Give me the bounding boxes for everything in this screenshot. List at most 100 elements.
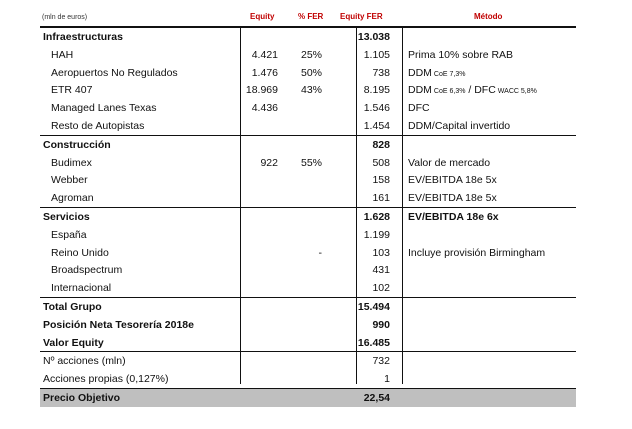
cell-equity-fer: 13.038: [357, 31, 390, 43]
cell-fer-pct: 43%: [300, 84, 322, 97]
cell-equity-fer: 15.494: [357, 300, 390, 313]
row-label: Nº acciones (mln): [43, 355, 126, 368]
method-note: CoE 6,3%: [433, 88, 466, 96]
cell-equity-fer: 8.195: [363, 84, 390, 97]
cell-method: DDM CoE 6,3% / DFC WACC 5,8%: [408, 84, 537, 96]
table-row: Servicios 1.628 EV/EBITDA 18e 6x: [40, 206, 576, 226]
table-row: HAH 4.421 25% 1.105 Prima 10% sobre RAB: [40, 46, 576, 64]
row-label: Managed Lanes Texas: [51, 102, 157, 115]
cell-method: EV/EBITDA 18e 5x: [408, 174, 497, 186]
method-text: Incluye provisión Birmingham: [408, 246, 546, 259]
method-text: Valor de mercado: [408, 156, 491, 169]
cell-equity: 4.421: [251, 48, 278, 61]
column-divider: [240, 26, 241, 384]
cell-equity-fer: 1.454: [363, 119, 390, 132]
table-row: Acciones propias (0,127%) 1: [40, 370, 576, 388]
row-label: Precio Objetivo: [43, 391, 121, 404]
table-row: Infraestructuras 13.038: [40, 27, 576, 46]
table-row: Agroman 161 EV/EBITDA 18e 5x: [40, 189, 576, 207]
cell-method: Incluye provisión Birmingham: [408, 247, 545, 259]
row-label: ETR 407: [51, 84, 93, 97]
table-row: Resto de Autopistas 1.454 DDM/Capital inve…: [40, 117, 576, 135]
cell-fer-pct: -: [318, 246, 323, 259]
cell-equity-fer: 16.485: [357, 336, 390, 349]
table-row: Total Grupo 15.494: [40, 296, 576, 316]
cell-equity-fer: 103: [372, 246, 390, 259]
table-row: Broadspectrum 431: [40, 261, 576, 279]
table-row: ETR 407 18.969 43% 8.195 DDM CoE 6,3% / DFC WA…: [40, 81, 576, 99]
unit-label: (mln de euros): [42, 14, 88, 21]
row-label: Budimex: [51, 156, 92, 169]
cell-equity-fer: 508: [372, 156, 390, 169]
cell-equity: 922: [260, 156, 278, 169]
cell-equity-fer: 990: [372, 318, 390, 331]
cell-equity: 4.436: [251, 102, 278, 115]
cell-fer-pct: 55%: [300, 156, 322, 169]
cell-method: Prima 10% sobre RAB: [408, 49, 513, 61]
table-row: Reino Unido - 103 Incluye provisión Birming…: [40, 244, 576, 262]
cell-equity-fer: 1.199: [363, 228, 390, 241]
method-text: EV/EBITDA 18e 6x: [408, 210, 499, 223]
cell-method: EV/EBITDA 18e 5x: [408, 192, 497, 204]
row-label: Webber: [51, 174, 88, 187]
method-note-2: WACC 5,8%: [497, 88, 537, 96]
table-body: Infraestructuras 13.038 HAH 4.421 25% 1.105 Pr…: [40, 27, 576, 407]
row-label: Resto de Autopistas: [51, 119, 145, 132]
table-header: (mln de euros) Equity % FER Equity FER M…: [40, 8, 576, 27]
method-note: CoE 7,3%: [433, 70, 466, 78]
row-label: España: [51, 228, 87, 241]
row-label: Broadspectrum: [51, 264, 123, 277]
col-header-equity-fer: Equity FER: [340, 12, 383, 21]
row-label: HAH: [51, 48, 74, 61]
table-row: Internacional 102: [40, 279, 576, 297]
cell-equity: 18.969: [245, 84, 278, 97]
table-row: Valor Equity 16.485: [40, 334, 576, 352]
cell-equity-fer: 1: [384, 373, 390, 386]
cell-equity-fer: 102: [372, 282, 390, 295]
method-text: DDM: [408, 84, 432, 97]
method-text: EV/EBITDA 18e 5x: [408, 174, 497, 187]
row-label: Total Grupo: [43, 300, 102, 313]
row-label: Aeropuertos No Regulados: [51, 66, 178, 79]
cell-equity-fer: 22,54: [363, 391, 390, 404]
row-label: Posición Neta Tesorería 2018e: [43, 318, 194, 331]
table-row: Construcción 828: [40, 134, 576, 154]
cell-method: DDM/Capital invertido: [408, 120, 510, 132]
cell-equity-fer: 1.546: [363, 102, 390, 115]
row-label: Infraestructuras: [43, 31, 123, 43]
cell-equity-fer: 161: [372, 192, 390, 205]
cell-equity-fer: 1.628: [363, 210, 390, 223]
row-label: Agroman: [51, 192, 94, 205]
column-divider: [402, 26, 403, 384]
table-row: Posición Neta Tesorería 2018e 990: [40, 316, 576, 334]
table-row: Managed Lanes Texas 4.436 1.546 DFC: [40, 99, 576, 117]
method-text: DDM: [408, 66, 432, 79]
row-label: Construcción: [43, 138, 111, 151]
cell-fer-pct: 25%: [300, 48, 322, 61]
cell-equity-fer: 828: [372, 138, 390, 151]
method-text: DFC: [408, 102, 430, 115]
method-text: DDM/Capital invertido: [408, 119, 511, 132]
cell-equity-fer: 158: [372, 174, 390, 187]
cell-equity-fer: 431: [372, 264, 390, 277]
column-divider: [356, 26, 357, 384]
col-header-method: Método: [474, 12, 503, 21]
row-label: Internacional: [51, 282, 112, 295]
cell-equity-fer: 1.105: [363, 48, 390, 61]
row-label: Reino Unido: [51, 246, 109, 259]
cell-method: DFC: [408, 102, 430, 114]
method-text: Prima 10% sobre RAB: [408, 48, 514, 61]
table-row: Budimex 922 55% 508 Valor de mercado: [40, 154, 576, 172]
table-row: Aeropuertos No Regulados 1.476 50% 738 DDM Co…: [40, 64, 576, 82]
cell-method: Valor de mercado: [408, 157, 490, 169]
method-text-2: / DFC: [465, 84, 496, 97]
table-row: Precio Objetivo 22,54: [40, 387, 576, 407]
row-label: Acciones propias (0,127%): [43, 373, 169, 386]
table-row: Webber 158 EV/EBITDA 18e 5x: [40, 171, 576, 189]
cell-fer-pct: 50%: [300, 66, 322, 79]
cell-equity: 1.476: [251, 66, 278, 79]
method-text: EV/EBITDA 18e 5x: [408, 192, 497, 205]
valuation-table: (mln de euros) Equity % FER Equity FER M…: [40, 8, 576, 407]
cell-equity-fer: 732: [372, 355, 390, 368]
table-row: Nº acciones (mln) 732: [40, 351, 576, 370]
